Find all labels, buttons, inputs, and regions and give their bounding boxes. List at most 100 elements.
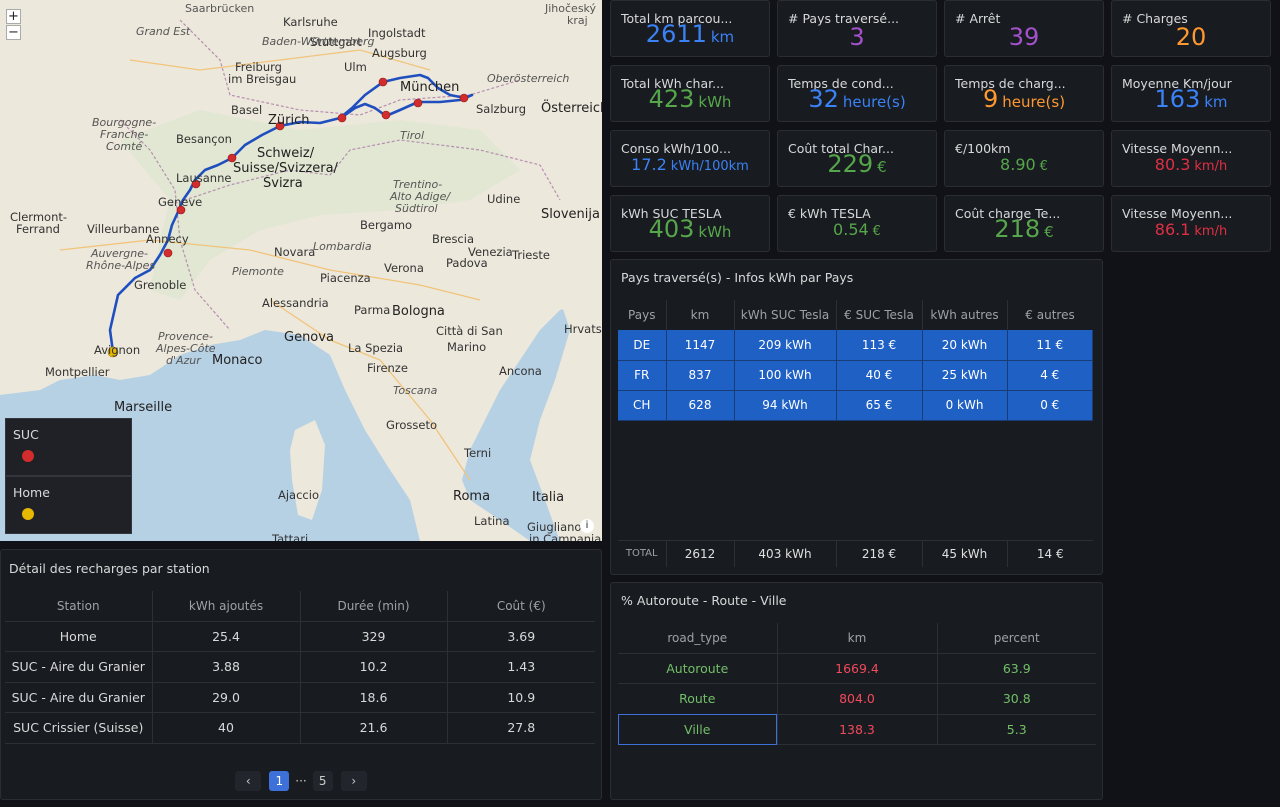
info-icon[interactable]: i	[580, 519, 594, 533]
table-row: Home 25.4 329 3.69	[5, 621, 595, 652]
table-cell: 65 €	[836, 390, 923, 421]
stat-value: 423 kWh	[611, 84, 769, 117]
column-header[interactable]: km	[666, 300, 735, 330]
table-row: Route 804.0 30.8	[618, 683, 1096, 715]
stat-number: 3	[849, 23, 865, 51]
legend-item-home[interactable]: Home	[5, 476, 132, 534]
stat-number: 423	[648, 85, 695, 113]
legend-item-suc[interactable]: SUC	[5, 418, 132, 476]
stat-panel[interactable]: # Charges 20	[1111, 0, 1271, 57]
stat-unit: km	[710, 28, 735, 46]
pagination: ‹ 1 ··· 5 ›	[1, 771, 601, 791]
stat-panel[interactable]: €/100km 8.90 €	[944, 130, 1104, 187]
stat-panel[interactable]: Total km parcou... 2611 km	[610, 0, 770, 57]
table-cell: 27.8	[447, 712, 595, 744]
column-header[interactable]: Pays	[618, 300, 667, 330]
column-header[interactable]: kWh autres	[922, 300, 1008, 330]
map-label: Terni	[464, 446, 492, 460]
stat-panel[interactable]: Conso kWh/100... 17.2 kWh/100km	[610, 130, 770, 187]
country-table-totals: TOTAL 2612 403 kWh 218 € 45 kWh 14 €	[618, 540, 1093, 567]
table-cell: SUC - Aire du Granier	[5, 651, 153, 683]
map-label: Avignon	[94, 343, 141, 357]
prev-page-button[interactable]: ‹	[235, 771, 262, 791]
table-cell: 30.8	[937, 683, 1096, 715]
table-cell: 329	[300, 621, 448, 652]
table-row: FR 837 100 kWh 40 € 25 kWh 4 €	[618, 360, 1093, 391]
column-header[interactable]: kWh ajoutés	[152, 591, 301, 622]
map-label: Lombardia	[313, 240, 372, 253]
stat-unit: km	[1204, 93, 1228, 111]
stat-panel[interactable]: # Pays traversé... 3	[777, 0, 937, 57]
detail-table-panel: Détail des recharges par station Station…	[0, 549, 602, 800]
road-type-panel: % Autoroute - Route - Ville road_type km…	[610, 582, 1103, 800]
map-label: Basel	[231, 103, 263, 117]
next-page-button[interactable]: ›	[340, 771, 367, 791]
legend-dot-icon	[22, 450, 34, 462]
column-header[interactable]: km	[777, 623, 938, 654]
map-label: Tirol	[400, 129, 425, 142]
column-header[interactable]: € SUC Tesla	[836, 300, 923, 330]
panel-title: Pays traversé(s) - Infos kWh par Pays	[621, 270, 854, 285]
table-cell: SUC - Aire du Granier	[5, 682, 153, 713]
map-label: Udine	[487, 192, 521, 206]
map-label: Tattari	[272, 532, 309, 541]
stat-panel[interactable]: kWh SUC TESLA 403 kWh	[610, 195, 770, 252]
map-label: im Breisgau	[228, 72, 297, 86]
stat-value: 17.2 kWh/100km	[611, 150, 769, 182]
table-cell: 25 kWh	[922, 360, 1008, 391]
stat-unit: kWh	[698, 223, 732, 241]
stat-panel[interactable]: # Arrêt 39	[944, 0, 1104, 57]
stat-number: 8.90	[1000, 155, 1036, 174]
stat-number: 0.54	[833, 220, 869, 239]
table-row: SUC - Aire du Granier 3.88 10.2 1.43	[5, 651, 595, 683]
stat-panel[interactable]: Moyenne Km/jour 163 km	[1111, 65, 1271, 122]
stat-panel[interactable]: Vitesse Moyenn... 80.3 km/h	[1111, 130, 1271, 187]
column-header[interactable]: kWh SUC Tesla	[734, 300, 837, 330]
totals-cell: 2612	[666, 540, 735, 567]
column-header[interactable]: Durée (min)	[300, 591, 448, 622]
stat-number: 218	[994, 215, 1041, 243]
stat-unit: €	[872, 224, 881, 239]
stat-unit: €	[877, 158, 887, 176]
column-header[interactable]: Station	[5, 591, 153, 622]
stat-unit: km/h	[1194, 159, 1228, 174]
map-label: Südtirol	[395, 202, 438, 215]
totals-label: TOTAL	[618, 540, 667, 567]
map-label: Slovenija	[541, 207, 600, 222]
map-label: Salzburg	[476, 102, 526, 116]
stat-value: 80.3 km/h	[1112, 150, 1270, 182]
map-label: Rhône-Alpes	[86, 259, 156, 272]
table-cell: Autoroute	[618, 653, 778, 684]
map-label: Trieste	[512, 248, 550, 262]
table-cell: 837	[666, 360, 735, 391]
column-header[interactable]: percent	[937, 623, 1096, 654]
table-row: Autoroute 1669.4 63.9	[618, 653, 1096, 684]
page-button-current[interactable]: 1	[269, 771, 290, 791]
zoom-in-button[interactable]: +	[6, 9, 21, 24]
stat-number: 17.2	[631, 155, 667, 174]
table-row: SUC Crissier (Suisse) 40 21.6 27.8	[5, 712, 595, 744]
stat-value: 229 €	[778, 149, 936, 182]
column-header[interactable]: € autres	[1007, 300, 1093, 330]
map-label: Saarbrücken	[185, 2, 255, 15]
map-label: Suisse/Svizzera/	[233, 161, 338, 176]
table-cell: 21.6	[300, 712, 448, 744]
stat-panel[interactable]: Vitesse Moyenn... 86.1 km/h	[1111, 195, 1271, 252]
route-map[interactable]: Saarbrücken Jihočeský kraj Grand Est Kar…	[0, 0, 602, 541]
table-cell: 804.0	[777, 683, 938, 715]
stat-panel[interactable]: Coût total Char... 229 €	[777, 130, 937, 187]
zoom-out-button[interactable]: −	[6, 25, 21, 40]
column-header[interactable]: Coût (€)	[447, 591, 595, 622]
column-header[interactable]: road_type	[618, 623, 778, 654]
stat-panel[interactable]: Temps de cond... 32 heure(s)	[777, 65, 937, 122]
table-cell: 18.6	[300, 682, 448, 713]
map-label: Brescia	[432, 232, 474, 246]
table-cell-selected[interactable]: Ville	[618, 714, 778, 745]
stat-number: 32	[808, 85, 839, 113]
stat-panel[interactable]: Coût charge Te... 218 €	[944, 195, 1104, 252]
stat-panel[interactable]: € kWh TESLA 0.54 €	[777, 195, 937, 252]
page-button-last[interactable]: 5	[312, 771, 333, 791]
stat-panel[interactable]: Total kWh char... 423 kWh	[610, 65, 770, 122]
table-cell: 1.43	[447, 651, 595, 683]
stat-panel[interactable]: Temps de charg... 9 heure(s)	[944, 65, 1104, 122]
